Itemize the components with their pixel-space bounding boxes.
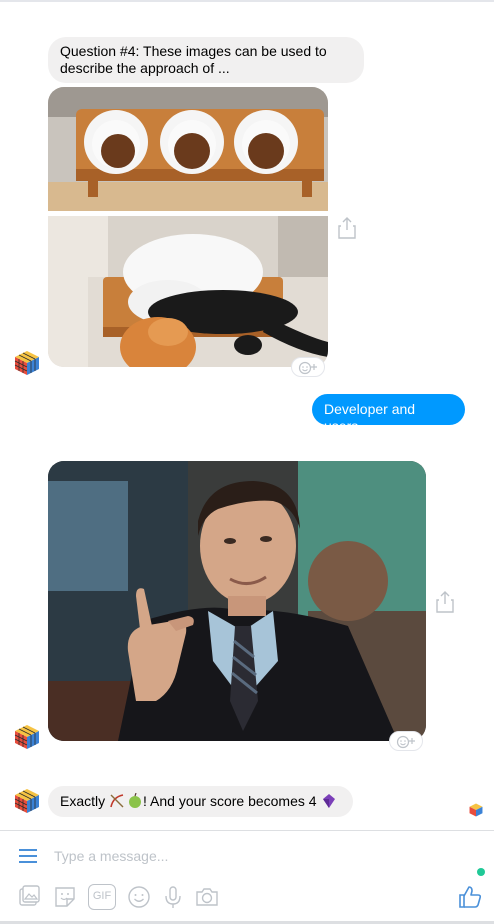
bot-avatar-cube-icon[interactable] xyxy=(14,788,40,814)
menu-icon[interactable] xyxy=(18,848,38,864)
sticker-icon[interactable] xyxy=(52,884,78,910)
score-text-suffix: ! And your score becomes 4 xyxy=(143,793,321,809)
microphone-icon[interactable] xyxy=(160,884,186,910)
read-receipt-avatar-icon xyxy=(469,803,483,817)
pointing-man-gif[interactable] xyxy=(48,461,426,741)
message-thread[interactable]: Question #4: These images can be used to… xyxy=(0,0,494,830)
pointing-man-illustration xyxy=(48,461,426,741)
question-bubble: Question #4: These images can be used to… xyxy=(48,37,364,83)
camera-icon[interactable] xyxy=(194,884,220,910)
score-bubble: Exactly ! And your score becomes 4 xyxy=(48,786,353,817)
bot-avatar-cube-icon[interactable] xyxy=(14,350,40,376)
online-status-dot xyxy=(477,868,485,876)
message-input[interactable] xyxy=(54,845,434,867)
add-reaction-icon[interactable] xyxy=(291,357,325,377)
bot-avatar-cube-icon[interactable] xyxy=(14,724,40,750)
question-text: Question #4: These images can be used to… xyxy=(60,43,327,76)
add-reaction-icon[interactable] xyxy=(389,731,423,751)
cat-bowls-image[interactable] xyxy=(48,87,328,367)
message-composer: GIF xyxy=(0,830,494,924)
user-reply-text: Developer and users xyxy=(324,401,416,434)
score-text-prefix: Exactly xyxy=(60,793,110,809)
user-reply-bubble: Developer and users xyxy=(312,394,465,434)
gif-icon[interactable]: GIF xyxy=(88,884,116,910)
cat-bowls-illustration xyxy=(48,87,328,367)
gif-label: GIF xyxy=(92,890,112,902)
bow-arrow-apple-icon xyxy=(110,792,142,808)
share-icon[interactable] xyxy=(435,590,455,614)
thumbs-up-icon[interactable] xyxy=(457,884,483,910)
image-icon[interactable] xyxy=(16,884,42,910)
share-icon[interactable] xyxy=(337,216,357,240)
purple-gem-icon xyxy=(323,794,336,808)
emoji-icon[interactable] xyxy=(126,884,152,910)
